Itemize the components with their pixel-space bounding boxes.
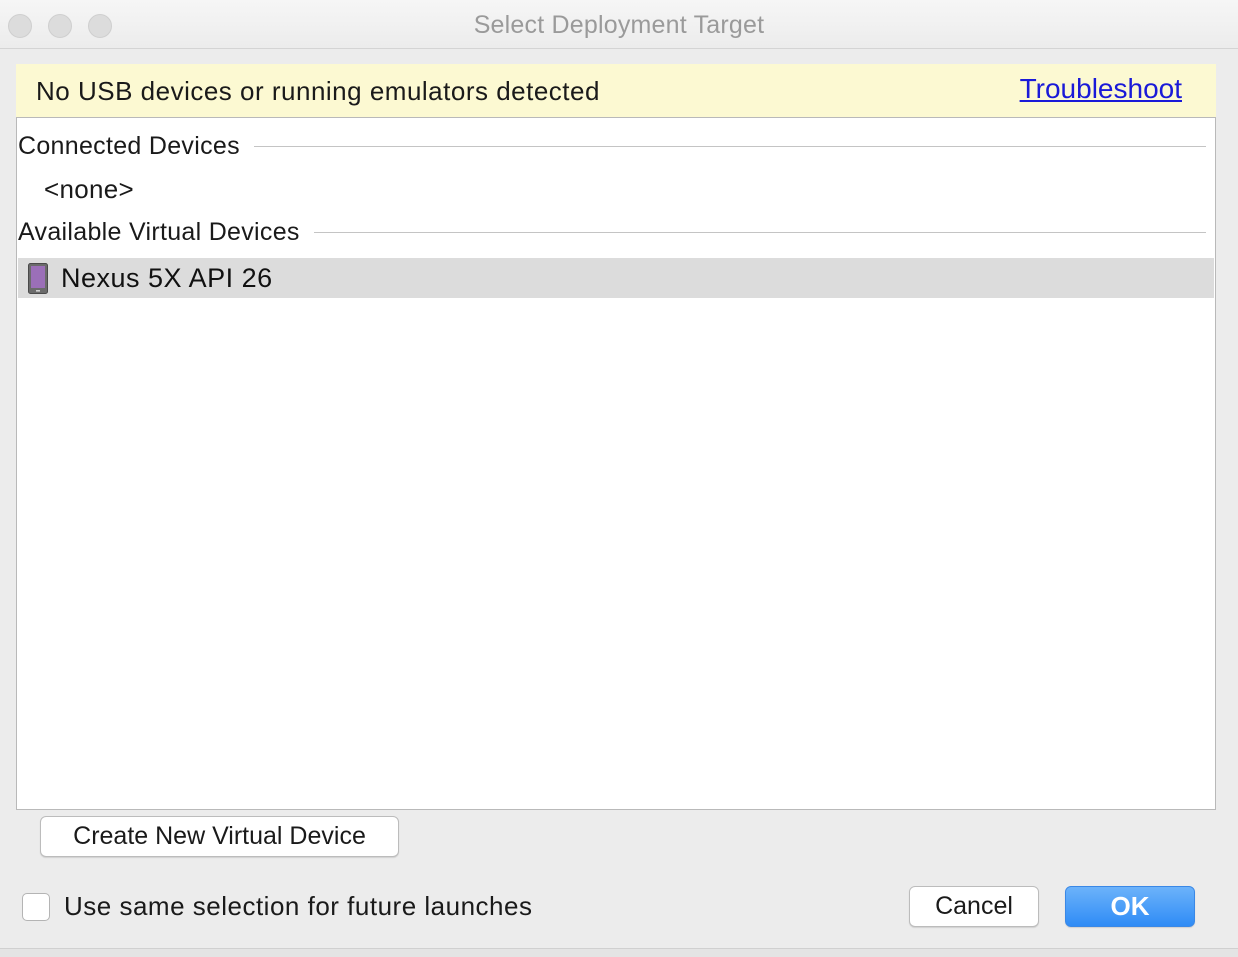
select-deployment-target-dialog: Select Deployment Target No USB devices …: [0, 0, 1238, 957]
device-name: Nexus 5X API 26: [61, 263, 273, 293]
phone-device-icon: [28, 263, 48, 294]
future-launches-checkbox[interactable]: [22, 893, 50, 921]
section-divider: [314, 232, 1206, 233]
no-connected-devices-text: <none>: [44, 174, 135, 204]
ok-button[interactable]: OK: [1065, 886, 1195, 927]
available-devices-label: Available Virtual Devices: [18, 218, 314, 247]
available-devices-header: Available Virtual Devices: [18, 218, 1206, 252]
title-bar: Select Deployment Target: [0, 0, 1238, 49]
troubleshoot-link[interactable]: Troubleshoot: [1020, 73, 1182, 105]
section-divider: [250, 146, 1206, 147]
device-row-nexus-5x-api-26[interactable]: Nexus 5X API 26: [18, 258, 1214, 298]
connected-devices-label: Connected Devices: [18, 132, 254, 161]
banner-message: No USB devices or running emulators dete…: [36, 76, 600, 106]
window-title: Select Deployment Target: [473, 11, 765, 39]
connected-devices-header: Connected Devices: [18, 132, 1206, 166]
device-list-panel: Connected Devices <none> Available Virtu…: [16, 117, 1216, 810]
create-new-virtual-device-button[interactable]: Create New Virtual Device: [40, 816, 399, 857]
cancel-button[interactable]: Cancel: [909, 886, 1039, 927]
future-launches-label: Use same selection for future launches: [64, 891, 533, 921]
warning-banner: No USB devices or running emulators dete…: [16, 64, 1216, 118]
